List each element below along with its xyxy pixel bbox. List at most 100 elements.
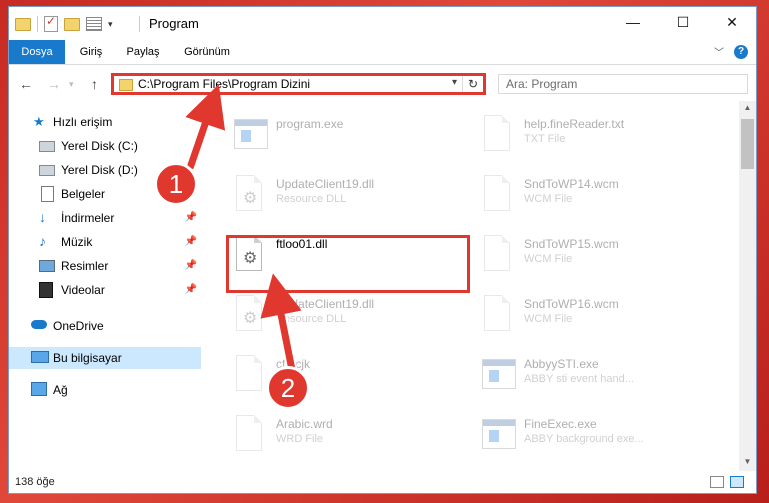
- window-title: Program: [149, 16, 199, 31]
- list-item[interactable]: program.exe: [224, 109, 464, 163]
- sidebar-item-label: Ağ: [53, 383, 68, 397]
- forward-button[interactable]: →: [47, 76, 61, 92]
- download-icon: ↓: [39, 209, 46, 225]
- drive-icon: [39, 165, 55, 176]
- pin-icon[interactable]: 📌: [185, 260, 197, 271]
- file-icon: [234, 415, 266, 455]
- sidebar-item-quick-access[interactable]: ★ Hızlı erişim: [9, 111, 201, 133]
- navigation-bar: ← → ▾ ↑ C:\Program Files\Program Dizini …: [9, 67, 756, 101]
- search-box[interactable]: Ara: Program: [498, 74, 748, 94]
- help-icon[interactable]: ?: [734, 44, 748, 59]
- search-placeholder: Ara: Program: [506, 77, 578, 91]
- tab-share[interactable]: Paylaş: [117, 40, 169, 64]
- file-type: ABBY background exe...: [524, 433, 644, 445]
- list-item[interactable]: SndToWP15.wcm WCM File: [472, 229, 712, 283]
- drive-icon: [39, 141, 55, 152]
- dll-icon: ⚙: [234, 295, 266, 335]
- file-type: TXT File: [524, 133, 566, 145]
- list-item[interactable]: help.fineReader.txt TXT File: [472, 109, 712, 163]
- sidebar-item-music[interactable]: ♪ Müzik 📌: [9, 231, 201, 253]
- sidebar-item-videos[interactable]: Videolar 📌: [9, 279, 201, 301]
- address-bar[interactable]: C:\Program Files\Program Dizini ▾ ↻: [111, 73, 486, 95]
- refresh-button[interactable]: ↻: [462, 76, 483, 92]
- list-item[interactable]: FineExec.exe ABBY background exe...: [472, 409, 712, 461]
- sidebar-item-label: Videolar: [61, 283, 105, 297]
- highlight-box: [226, 235, 470, 293]
- file-icon: [482, 175, 514, 215]
- file-explorer-window: ▾ Program — ☐ ✕ Dosya Giriş Paylaş Görün…: [8, 6, 757, 494]
- list-item[interactable]: SndToWP16.wcm WCM File: [472, 289, 712, 343]
- file-icon: [482, 235, 514, 275]
- close-button[interactable]: ✕: [709, 7, 755, 37]
- pin-icon[interactable]: 📌: [185, 212, 197, 223]
- scroll-thumb[interactable]: [741, 119, 754, 169]
- sidebar-item-network[interactable]: Ağ: [9, 379, 201, 401]
- address-path[interactable]: C:\Program Files\Program Dizini: [138, 77, 310, 91]
- list-item[interactable]: Arabic.wrd WRD File: [224, 409, 464, 461]
- folder-icon: [15, 17, 31, 31]
- file-name: UpdateClient19.dll: [276, 177, 375, 191]
- file-name: SndToWP15.wcm: [524, 237, 619, 251]
- tab-home[interactable]: Giriş: [67, 40, 115, 64]
- scroll-down-icon[interactable]: ▼: [739, 455, 756, 469]
- file-name: SndToWP14.wcm: [524, 177, 619, 191]
- sidebar-item-onedrive[interactable]: OneDrive: [9, 315, 201, 337]
- file-type: WCM File: [524, 313, 573, 325]
- back-button[interactable]: ←: [19, 76, 33, 92]
- sidebar-item-downloads[interactable]: ↓ İndirmeler 📌: [9, 207, 201, 229]
- expand-ribbon-icon[interactable]: ﹀: [714, 44, 724, 59]
- file-name: Arabic.wrd: [276, 417, 333, 431]
- pictures-icon: [39, 260, 55, 272]
- tab-file[interactable]: Dosya: [9, 40, 65, 64]
- vertical-scrollbar[interactable]: ▲ ▼: [739, 101, 756, 471]
- file-type: WCM File: [524, 193, 573, 205]
- ribbon-controls: ﹀ ?: [714, 44, 748, 59]
- list-item[interactable]: SndToWP14.wcm WCM File: [472, 169, 712, 223]
- star-icon: ★: [33, 114, 45, 129]
- recent-locations-icon[interactable]: ▾: [69, 79, 74, 90]
- chevron-down-icon[interactable]: ▾: [452, 77, 457, 88]
- up-button[interactable]: ↑: [91, 76, 98, 92]
- sidebar-item-label: OneDrive: [53, 319, 104, 333]
- file-type: Resource DLL: [276, 313, 347, 325]
- item-count: 138 öğe: [15, 476, 55, 488]
- file-name: SndToWP16.wcm: [524, 297, 619, 311]
- new-folder-icon[interactable]: [64, 17, 80, 31]
- documents-icon: [41, 186, 54, 202]
- sidebar-item-label: Resimler: [61, 259, 109, 273]
- pin-icon[interactable]: 📌: [185, 236, 197, 247]
- sidebar-item-label: Hızlı erişim: [53, 115, 113, 129]
- list-item[interactable]: ⚙ UpdateClient19.dll Resource DLL: [224, 169, 464, 223]
- large-icons-view-icon[interactable]: [730, 476, 744, 488]
- details-view-icon[interactable]: [710, 476, 724, 488]
- maximize-button[interactable]: ☐: [660, 7, 706, 37]
- status-bar: 138 öğe: [9, 472, 756, 493]
- sidebar-item-pictures[interactable]: Resimler 📌: [9, 255, 201, 277]
- file-icon: [234, 355, 266, 395]
- tab-view[interactable]: Görünüm: [173, 40, 241, 64]
- sidebar-item-label: Müzik: [61, 235, 93, 249]
- scroll-up-icon[interactable]: ▲: [739, 101, 756, 115]
- dll-icon: ⚙: [234, 175, 266, 215]
- properties-check-icon[interactable]: [44, 14, 58, 32]
- step-badge-1: 1: [154, 162, 198, 206]
- network-icon: [31, 382, 47, 396]
- file-type: WRD File: [276, 433, 324, 445]
- file-name: help.fineReader.txt: [524, 117, 625, 131]
- customize-icon[interactable]: [86, 17, 102, 31]
- list-item[interactable]: AbbyySTI.exe ABBY sti event hand...: [472, 349, 712, 403]
- folder-icon: [119, 79, 133, 91]
- list-item[interactable]: cfg.cjk File: [224, 349, 464, 403]
- file-name: FineExec.exe: [524, 417, 597, 431]
- sidebar-item-this-pc[interactable]: Bu bilgisayar: [9, 347, 201, 369]
- divider: [37, 16, 38, 32]
- file-icon: [482, 295, 514, 335]
- ribbon-tabs: Dosya Giriş Paylaş Görünüm ﹀ ?: [9, 40, 756, 65]
- video-icon: [39, 282, 53, 298]
- minimize-button[interactable]: —: [610, 7, 656, 37]
- list-item[interactable]: ⚙ UpdateClient19.dll Resource DLL: [224, 289, 464, 343]
- pin-icon[interactable]: 📌: [185, 284, 197, 295]
- chevron-down-icon[interactable]: ▾: [108, 19, 113, 30]
- sidebar-item-drive-c[interactable]: Yerel Disk (C:): [9, 135, 201, 157]
- app-icon: [482, 355, 516, 395]
